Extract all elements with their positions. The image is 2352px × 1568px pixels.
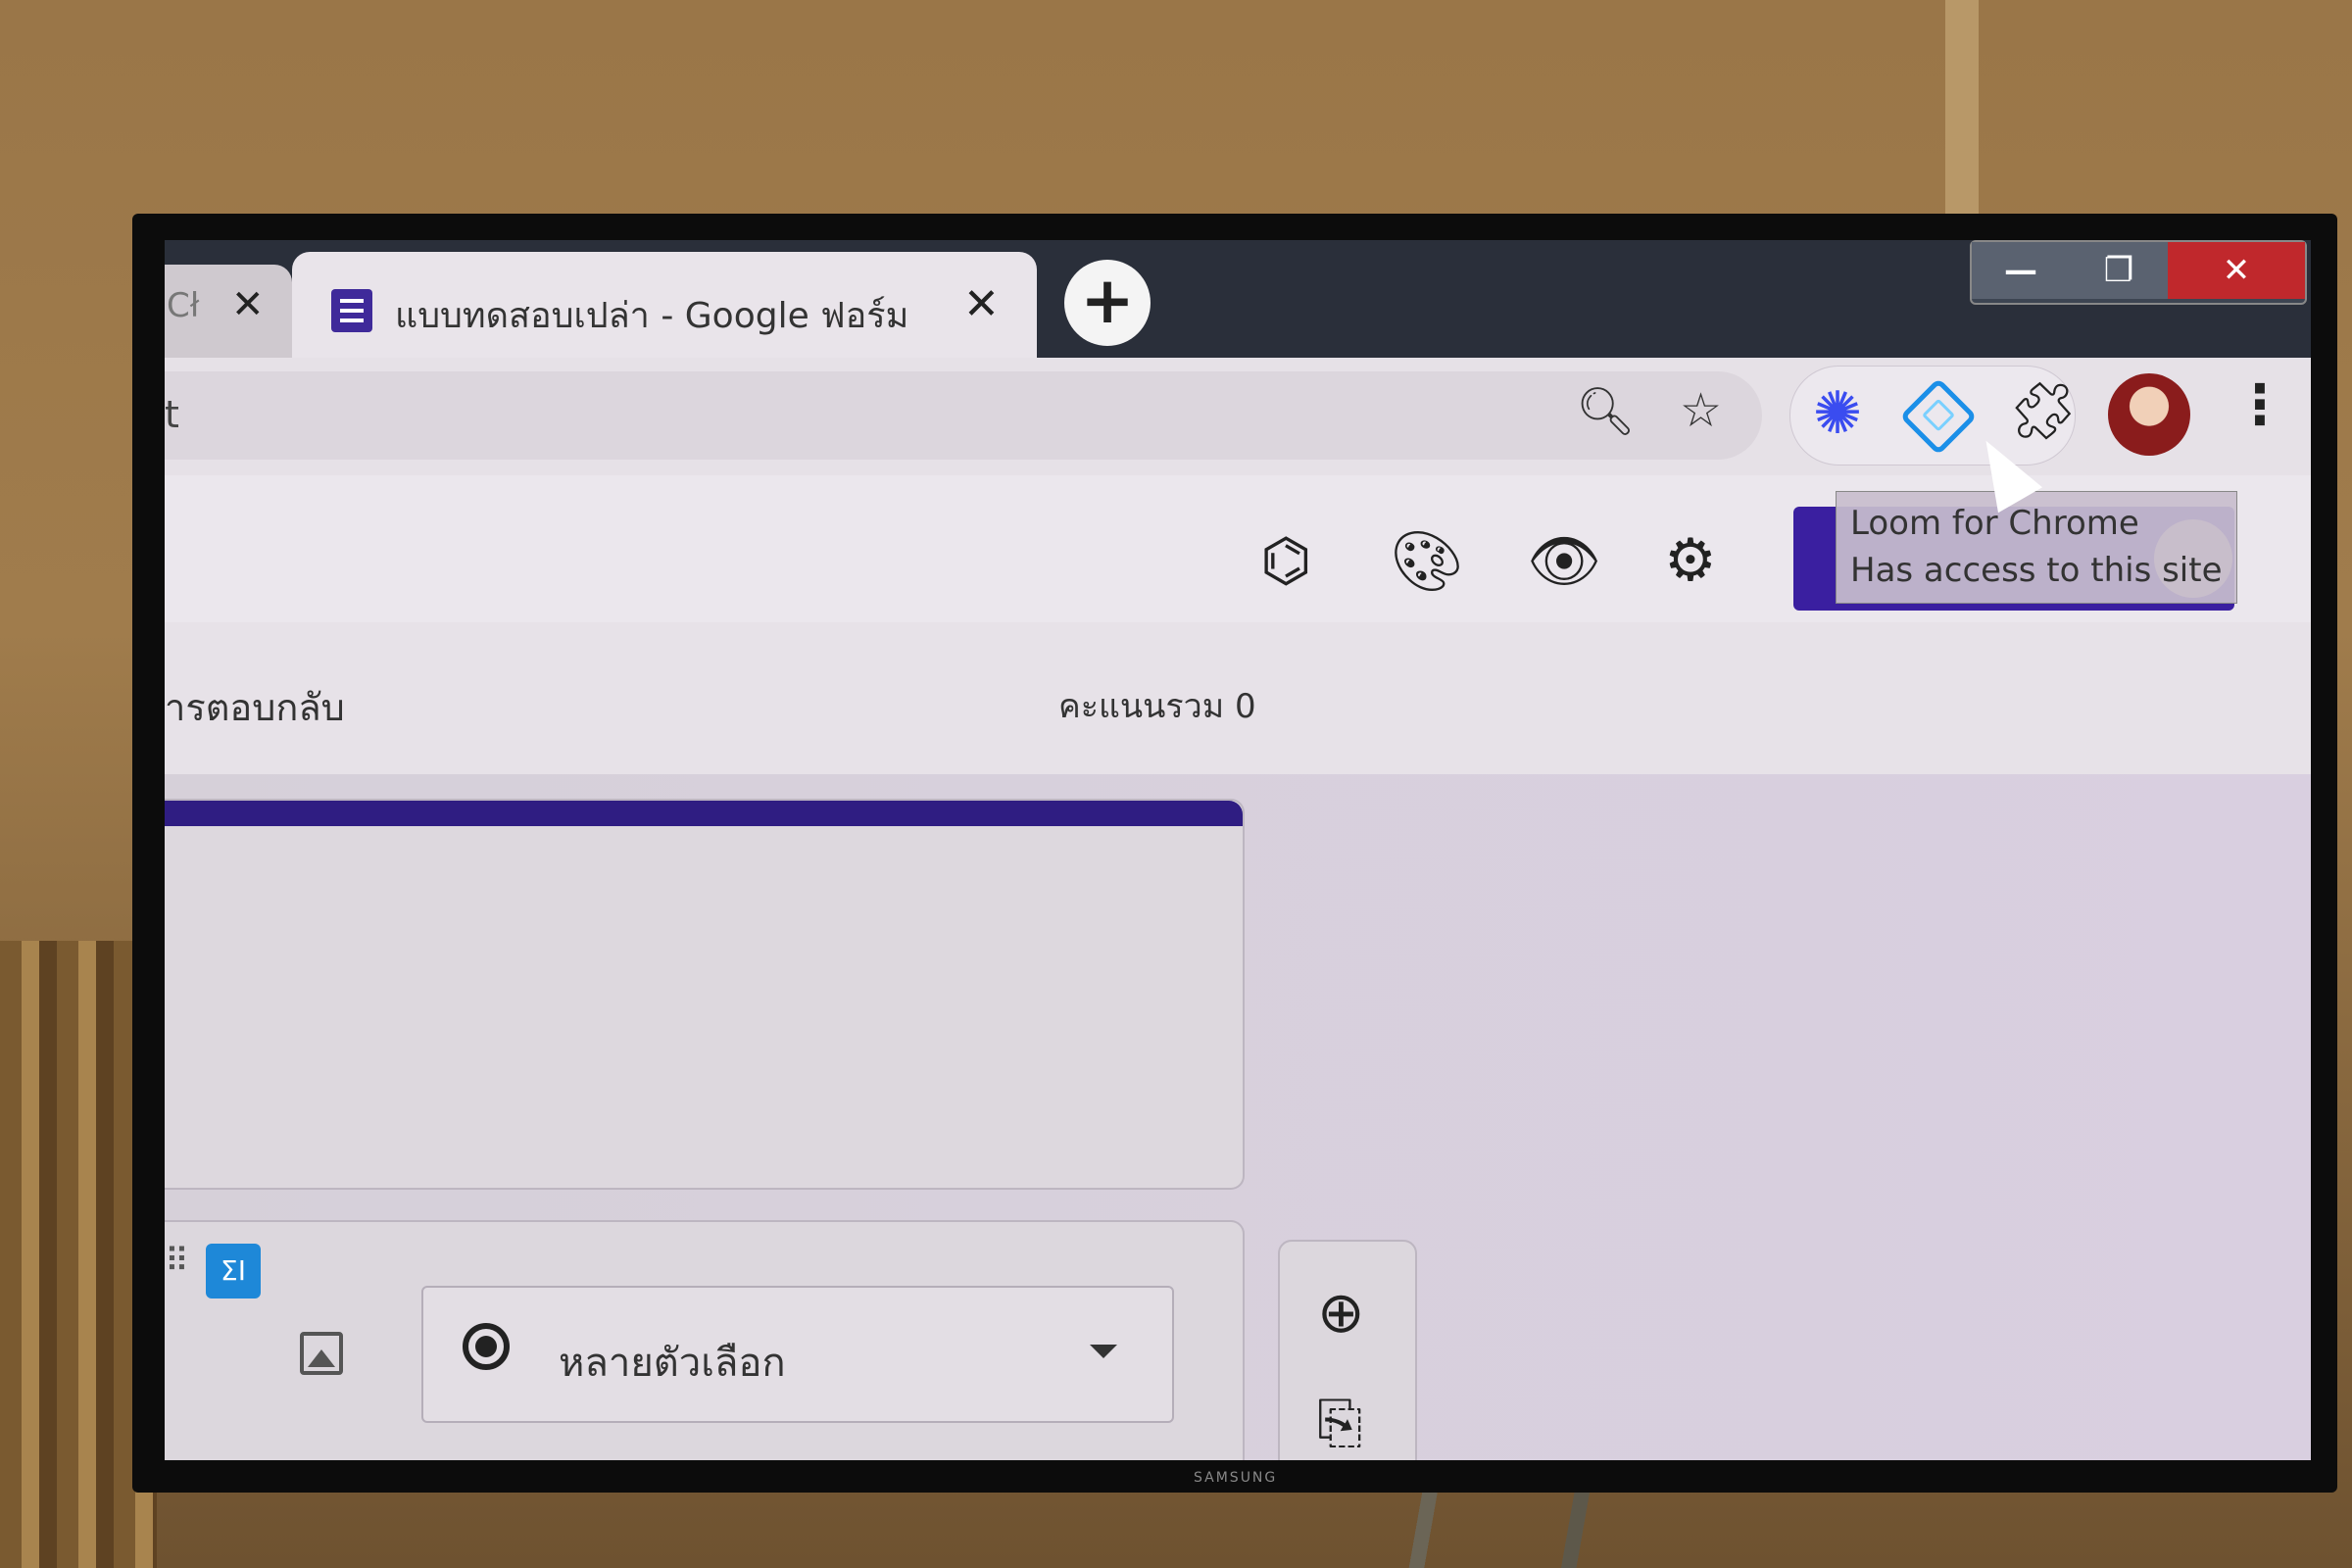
import-questions-icon[interactable]: ⎘ bbox=[1317, 1389, 1362, 1456]
bookmark-star-icon[interactable]: ☆ bbox=[1680, 383, 1722, 438]
menu-kebab-icon[interactable]: ⋮ bbox=[2232, 373, 2287, 437]
palette-icon[interactable]: 🎨︎ bbox=[1390, 526, 1464, 596]
question-card[interactable]: ⠿ ΣI หลายตัวเลือก bbox=[165, 1220, 1245, 1460]
addons-puzzle-icon[interactable]: ⌬ bbox=[1260, 526, 1311, 595]
preview-eye-icon[interactable]: 👁︎ bbox=[1527, 526, 1601, 596]
extension-tooltip: Loom for Chrome Has access to this site bbox=[1836, 491, 2237, 604]
tv-brand-logo: SAMSUNG bbox=[1194, 1470, 1278, 1486]
tab-close-icon[interactable]: ✕ bbox=[231, 282, 265, 327]
radio-button-icon bbox=[463, 1323, 510, 1370]
profile-avatar[interactable] bbox=[2108, 373, 2190, 456]
extensions-puzzle-icon[interactable]: 🧩︎ bbox=[2007, 377, 2080, 445]
forms-tabs: ารตอบกลับ คะแนนรวม 0 bbox=[165, 622, 2311, 776]
zoom-out-icon[interactable]: 🔍︎ bbox=[1576, 383, 1636, 439]
tab-title: แบบทดสอบเปล่า - Google ฟอร์ม bbox=[395, 296, 909, 336]
browser-window: Cł ✕ แบบทดสอบเปล่า - Google ฟอร์ม ✕ + — … bbox=[165, 240, 2311, 1460]
tab-responses[interactable]: ารตอบกลับ bbox=[165, 677, 345, 737]
tab-close-icon[interactable]: ✕ bbox=[963, 279, 1000, 329]
tab-strip: Cł ✕ แบบทดสอบเปล่า - Google ฟอร์ม ✕ + — … bbox=[165, 240, 2311, 358]
close-window-button[interactable]: ✕ bbox=[2168, 242, 2305, 299]
title-card-accent-band bbox=[165, 801, 1243, 826]
form-title-card[interactable] bbox=[165, 799, 1245, 1190]
tooltip-title: Loom for Chrome bbox=[1850, 504, 2139, 543]
question-type-dropdown[interactable]: หลายตัวเลือก bbox=[421, 1286, 1174, 1423]
address-text: t bbox=[165, 393, 179, 436]
minimize-button[interactable]: — bbox=[1972, 242, 2070, 299]
new-tab-button[interactable]: + bbox=[1064, 260, 1151, 346]
restore-button[interactable]: ❐ bbox=[2070, 242, 2168, 299]
question-type-label: หลายตัวเลือก bbox=[559, 1341, 786, 1386]
drag-handle-icon[interactable]: ⠿ bbox=[165, 1242, 189, 1281]
tab-title: Cł bbox=[167, 286, 200, 325]
window-controls: — ❐ ✕ bbox=[1970, 240, 2307, 305]
floating-toolbar: ⊕ ⎘ bbox=[1278, 1240, 1417, 1460]
settings-gear-icon[interactable]: ⚙ bbox=[1664, 526, 1717, 595]
address-bar[interactable]: t bbox=[165, 371, 1762, 460]
google-forms-icon bbox=[331, 289, 372, 332]
chevron-down-icon bbox=[1090, 1345, 1117, 1358]
tab-google-forms[interactable]: แบบทดสอบเปล่า - Google ฟอร์ม ✕ bbox=[292, 252, 1037, 358]
add-image-icon[interactable] bbox=[300, 1332, 343, 1375]
tooltip-subtitle: Has access to this site bbox=[1850, 551, 2223, 590]
background-pole bbox=[1945, 0, 1979, 225]
tab-previous[interactable]: Cł ✕ bbox=[165, 265, 292, 358]
loom-extension-icon[interactable]: ✺ bbox=[1803, 379, 1872, 448]
total-points-label: คะแนนรวม 0 bbox=[1058, 687, 1256, 726]
add-question-icon[interactable]: ⊕ bbox=[1317, 1279, 1365, 1346]
equation-extension-icon[interactable]: ΣI bbox=[206, 1244, 261, 1298]
